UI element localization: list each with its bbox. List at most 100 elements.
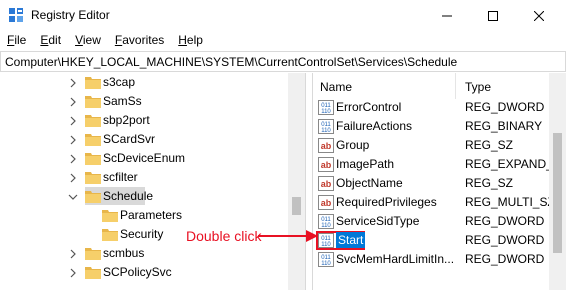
chevron-right-icon[interactable] [68,268,78,278]
title-bar: Registry Editor [0,0,566,31]
chevron-right-icon[interactable] [68,135,78,145]
folder-icon [102,210,118,222]
tree-item-label: s3cap [103,75,136,89]
binary-value-icon: 011110 [318,119,334,134]
folder-icon [85,77,101,89]
value-name: RequiredPrivileges [336,195,437,209]
chevron-right-icon[interactable] [68,249,78,259]
value-row[interactable]: 011 110 Start REG_DWORD [313,231,566,250]
value-name: ErrorControl [336,100,402,114]
chevron-down-icon[interactable] [68,192,78,202]
value-name: ImagePath [336,157,395,171]
value-type: REG_BINARY [465,119,543,133]
tree-scrollbar-thumb[interactable] [292,197,301,215]
binary-value-icon: 011110 [318,100,334,115]
folder-icon [85,172,101,184]
pane-splitter[interactable] [305,73,312,290]
tree-item-label: Parameters [120,208,183,222]
value-type: REG_DWORD [465,214,545,228]
value-name: FailureActions [336,119,413,133]
minimize-icon [442,15,452,16]
value-type: REG_SZ [465,138,514,152]
values-scrollbar[interactable] [549,73,566,290]
tree-item[interactable]: scmbus [0,244,288,263]
tree-item-label: Schedule [103,189,154,203]
svg-text:110: 110 [321,223,331,229]
binary-value-icon: 011110 [318,252,334,267]
tree-item-label: scfilter [103,170,138,184]
value-name: Start [336,232,366,248]
menu-bar: File Edit View Favorites Help [0,31,566,51]
value-type: REG_DWORD [465,252,545,266]
value-row[interactable]: 011 110 FailureActions REG_BINARY [313,117,566,136]
address-bar[interactable]: Computer\HKEY_LOCAL_MACHINE\SYSTEM\Curre… [0,51,566,72]
value-type: REG_MULTI_SZ [465,195,555,209]
chevron-right-icon[interactable] [68,154,78,164]
registry-editor-icon [9,8,23,22]
tree-scrollbar[interactable] [288,73,305,290]
value-name: ObjectName [336,176,403,190]
window-title: Registry Editor [31,8,110,22]
column-divider[interactable] [455,73,456,99]
binary-value-icon: 011110 [318,214,334,229]
tree-item-label: Security [120,227,164,241]
tree-item[interactable]: sbp2port [0,111,288,130]
chevron-right-icon[interactable] [68,97,78,107]
close-button[interactable] [516,0,562,31]
menu-file[interactable]: File [0,31,33,51]
string-value-icon: ab [318,157,334,172]
string-value-icon: ab [318,195,334,210]
double-click-annotation: Double click [186,228,262,244]
value-row[interactable]: ab RequiredPrivileges REG_MULTI_SZ [313,193,566,212]
string-value-icon: ab [318,176,334,191]
menu-view[interactable]: View [68,31,108,51]
svg-text:ab: ab [321,198,332,208]
svg-text:110: 110 [321,128,331,134]
menu-edit[interactable]: Edit [33,31,68,51]
maximize-icon [488,10,498,21]
close-icon [534,10,544,21]
svg-text:ab: ab [321,179,332,189]
tree-item-label: scmbus [103,246,145,260]
value-row[interactable]: 011 110 ServiceSidType REG_DWORD [313,212,566,231]
value-type: REG_DWORD [465,233,545,247]
value-row[interactable]: ab Group REG_SZ [313,136,566,155]
minimize-button[interactable] [424,0,470,31]
tree-item[interactable]: SCardSvr [0,130,288,149]
tree-item[interactable]: ScDeviceEnum [0,149,288,168]
chevron-right-icon[interactable] [68,173,78,183]
tree-item[interactable]: s3cap [0,73,288,92]
folder-icon [85,267,101,279]
tree-item[interactable]: SamSs [0,92,288,111]
value-row[interactable]: ab ObjectName REG_SZ [313,174,566,193]
folder-icon [85,191,101,203]
tree-item-label: sbp2port [103,113,150,127]
value-type: REG_EXPAND_S [465,157,561,171]
maximize-button[interactable] [470,0,516,31]
svg-text:ab: ab [321,160,332,170]
values-scrollbar-thumb[interactable] [553,133,562,253]
tree-item[interactable]: scfilter [0,168,288,187]
svg-text:110: 110 [321,261,331,267]
menu-help[interactable]: Help [171,31,210,51]
value-row[interactable]: ab ImagePath REG_EXPAND_S [313,155,566,174]
key-tree: s3cap SamSs sbp2port SCardSvr ScDeviceEnum sc… [0,73,305,290]
tree-item[interactable]: Parameters [0,206,288,225]
value-row[interactable]: 011 110 ErrorControl REG_DWORD [313,98,566,117]
svg-text:ab: ab [321,141,332,151]
tree-item[interactable]: SCPolicySvc [0,263,288,282]
column-header-type[interactable]: Type [465,80,491,94]
tree-item[interactable]: Schedule [0,187,288,206]
annotation-arrow-icon [258,230,318,242]
chevron-right-icon[interactable] [68,116,78,126]
column-header-name[interactable]: Name [320,80,352,94]
folder-icon [85,248,101,260]
menu-favorites[interactable]: Favorites [108,31,171,51]
folder-icon [85,115,101,127]
value-row[interactable]: 011 110 SvcMemHardLimitIn... REG_DWORD [313,250,566,269]
tree-item-label: SCardSvr [103,132,156,146]
tree-item-label: SCPolicySvc [103,265,172,279]
tree-item-label: ScDeviceEnum [103,151,186,165]
value-type: REG_SZ [465,176,514,190]
chevron-right-icon[interactable] [68,78,78,88]
